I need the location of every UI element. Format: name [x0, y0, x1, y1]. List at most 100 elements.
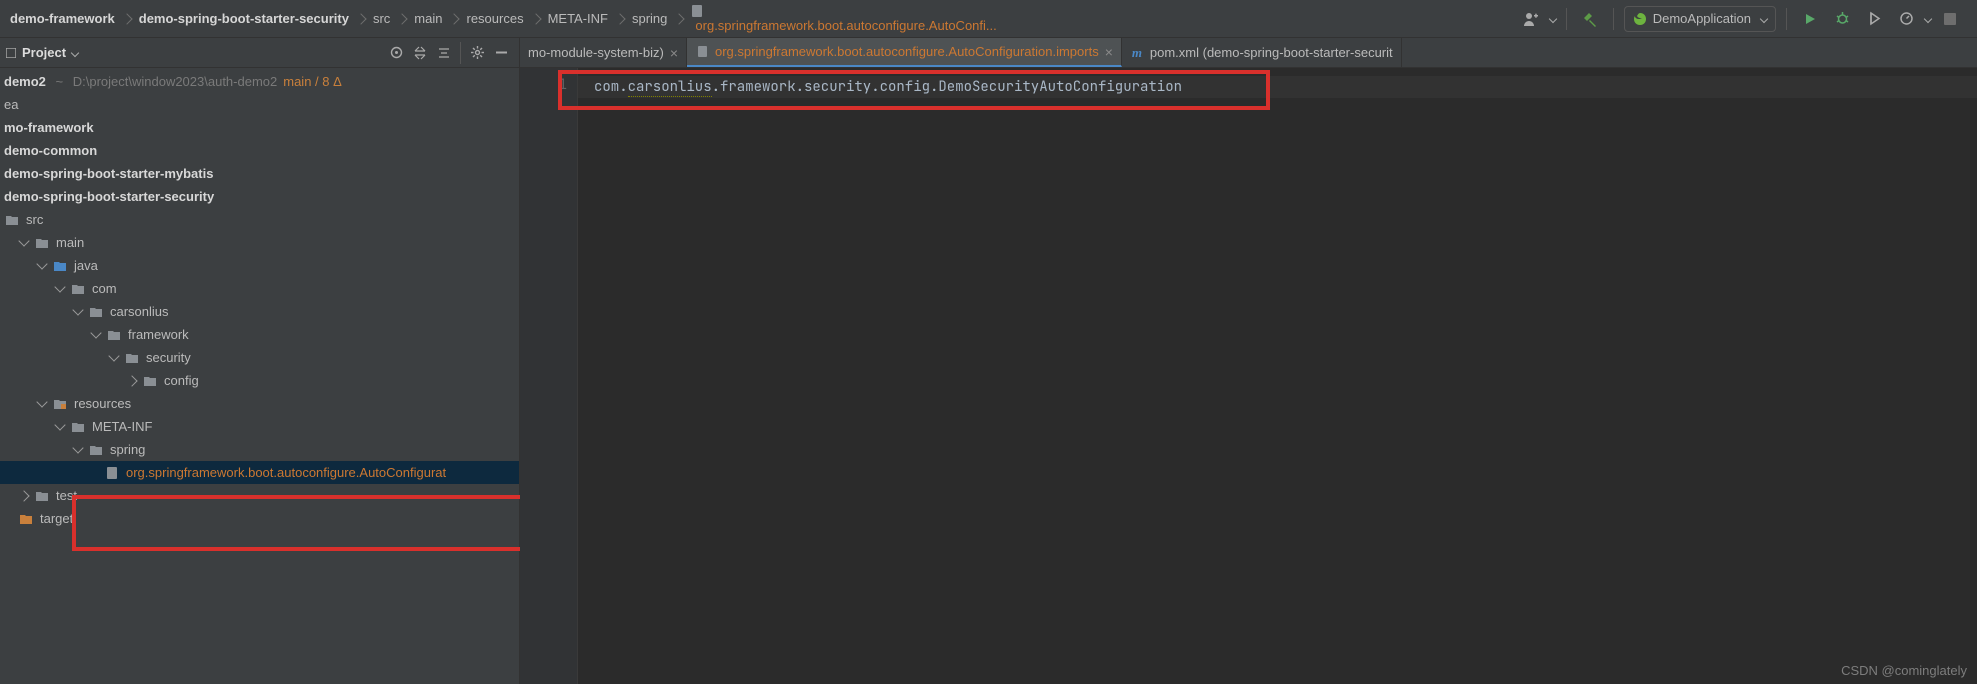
tree-node-demo-security[interactable]: demo-spring-boot-starter-security	[0, 185, 519, 208]
tree-node-carsonlius[interactable]: carsonlius	[0, 300, 519, 323]
expand-all-icon[interactable]	[408, 41, 432, 65]
tree-node-metainf[interactable]: META-INF	[0, 415, 519, 438]
separator	[460, 42, 461, 64]
navigation-bar: demo-framework demo-spring-boot-starter-…	[0, 0, 1977, 38]
crumb-src[interactable]: src	[369, 11, 394, 26]
toolbar-right: DemoApplication	[1518, 6, 1971, 32]
gear-icon[interactable]	[465, 41, 489, 65]
package-icon	[142, 373, 158, 389]
separator	[1786, 8, 1787, 30]
folder-icon	[70, 419, 86, 435]
chevron-down-icon	[72, 442, 83, 453]
tree-node-resources[interactable]: resources	[0, 392, 519, 415]
maven-icon: m	[1130, 46, 1144, 60]
tree-node-java[interactable]: java	[0, 254, 519, 277]
chevron-down-icon	[90, 327, 101, 338]
watermark: CSDN @cominglately	[1841, 663, 1967, 678]
chevron-right-icon	[355, 13, 366, 24]
tree-node-spring[interactable]: spring	[0, 438, 519, 461]
tree-node-config[interactable]: config	[0, 369, 519, 392]
editor-tabs: mo-module-system-biz) × org.springframew…	[520, 38, 1977, 68]
editor-body: 1 com.carsonlius.framework.security.conf…	[520, 68, 1977, 684]
code-line-1[interactable]: com.carsonlius.framework.security.config…	[578, 76, 1977, 98]
package-icon	[70, 281, 86, 297]
project-tool-header: Project	[0, 38, 519, 68]
hide-icon[interactable]	[489, 41, 513, 65]
crumb-module-root[interactable]: demo-framework	[6, 11, 119, 26]
chevron-right-icon	[126, 375, 137, 386]
user-add-icon[interactable]	[1518, 6, 1544, 32]
chevron-right-icon	[121, 13, 132, 24]
chevron-down-icon	[72, 304, 83, 315]
tree-node-com[interactable]: com	[0, 277, 519, 300]
close-icon[interactable]: ×	[670, 45, 678, 61]
resources-folder-icon	[52, 396, 68, 412]
editor-tab-pom[interactable]: m pom.xml (demo-spring-boot-starter-secu…	[1122, 38, 1402, 67]
folder-icon	[88, 442, 104, 458]
chevron-down-icon	[36, 396, 47, 407]
line-number: 1	[520, 76, 567, 94]
editor-tab-autoconfig[interactable]: org.springframework.boot.autoconfigure.A…	[687, 38, 1122, 67]
spring-leaf-icon	[1633, 12, 1647, 26]
folder-icon	[34, 235, 50, 251]
tree-node-src[interactable]: src	[0, 208, 519, 231]
tree-node-demo-common[interactable]: demo-common	[0, 139, 519, 162]
chevron-down-icon	[108, 350, 119, 361]
run-icon[interactable]	[1797, 6, 1823, 32]
editor-gutter: 1	[520, 68, 578, 684]
close-icon[interactable]: ×	[1105, 44, 1113, 60]
file-icon	[695, 45, 709, 59]
chevron-down-icon	[54, 281, 65, 292]
breadcrumb: demo-framework demo-spring-boot-starter-…	[6, 4, 1518, 33]
source-folder-icon	[52, 258, 68, 274]
editor-area: mo-module-system-biz) × org.springframew…	[520, 38, 1977, 684]
separator	[1613, 8, 1614, 30]
tree-node-demo-mybatis[interactable]: demo-spring-boot-starter-mybatis	[0, 162, 519, 185]
chevron-down-icon	[71, 48, 79, 56]
editor-tab-biz[interactable]: mo-module-system-biz) ×	[520, 38, 687, 67]
tree-node-target[interactable]: target	[0, 507, 519, 530]
crumb-resources[interactable]: resources	[462, 11, 527, 26]
package-icon	[88, 304, 104, 320]
project-view-square-icon	[6, 48, 16, 58]
crumb-file[interactable]: org.springframework.boot.autoconfigure.A…	[687, 4, 1000, 33]
crumb-main[interactable]: main	[410, 11, 446, 26]
chevron-right-icon	[614, 13, 625, 24]
tree-node-test[interactable]: test	[0, 484, 519, 507]
tree-root[interactable]: demo2 ~ D:\project\window2023\auth-demo2…	[0, 70, 519, 93]
crumb-spring[interactable]: spring	[628, 11, 671, 26]
project-tool-window: Project demo2 ~ D:\project\wi	[0, 38, 520, 684]
chevron-down-icon[interactable]	[1548, 14, 1556, 22]
chevron-down-icon	[54, 419, 65, 430]
project-view-selector[interactable]: Project	[22, 45, 78, 60]
chevron-right-icon	[674, 13, 685, 24]
project-tree[interactable]: demo2 ~ D:\project\window2023\auth-demo2…	[0, 68, 519, 684]
chevron-right-icon	[397, 13, 408, 24]
tree-node-security[interactable]: security	[0, 346, 519, 369]
crumb-module[interactable]: demo-spring-boot-starter-security	[135, 11, 353, 26]
tree-node-framework[interactable]: framework	[0, 323, 519, 346]
crumb-metainf[interactable]: META-INF	[544, 11, 612, 26]
folder-icon	[4, 212, 20, 228]
run-configuration-selector[interactable]: DemoApplication	[1624, 6, 1776, 32]
tree-node-ea[interactable]: ea	[0, 93, 519, 116]
tree-node-mo-framework[interactable]: mo-framework	[0, 116, 519, 139]
profiler-icon[interactable]	[1893, 6, 1919, 32]
debug-icon[interactable]	[1829, 6, 1855, 32]
select-opened-file-icon[interactable]	[384, 41, 408, 65]
chevron-down-icon[interactable]	[1924, 14, 1932, 22]
tree-node-autoconfig-file[interactable]: org.springframework.boot.autoconfigure.A…	[0, 461, 519, 484]
collapse-all-icon[interactable]	[432, 41, 456, 65]
tree-node-main[interactable]: main	[0, 231, 519, 254]
hammer-build-icon[interactable]	[1577, 6, 1603, 32]
separator	[1566, 8, 1567, 30]
run-coverage-icon[interactable]	[1861, 6, 1887, 32]
code-area[interactable]: com.carsonlius.framework.security.config…	[578, 68, 1977, 684]
package-icon	[124, 350, 140, 366]
chevron-right-icon	[530, 13, 541, 24]
excluded-folder-icon	[18, 511, 34, 527]
stop-icon[interactable]	[1937, 6, 1963, 32]
file-icon	[104, 465, 120, 481]
chevron-right-icon	[449, 13, 460, 24]
file-icon	[691, 4, 996, 18]
